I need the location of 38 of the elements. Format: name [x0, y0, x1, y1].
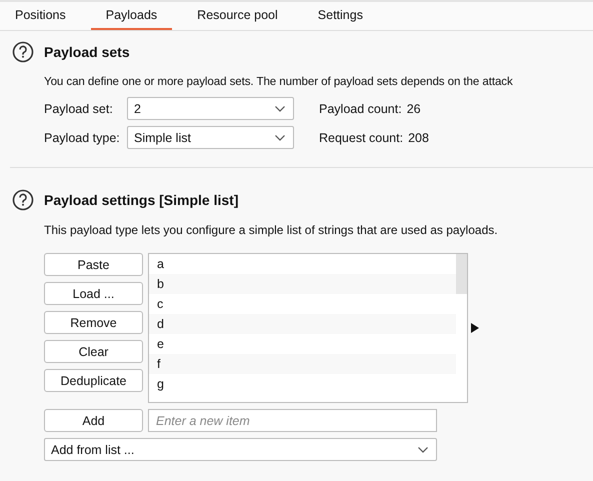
chevron-down-icon: [275, 134, 285, 140]
list-item[interactable]: c: [149, 294, 456, 314]
tab[interactable]: Positions: [0, 2, 81, 30]
info-label: Request count:: [319, 130, 404, 144]
list-action-button[interactable]: Load ...: [44, 282, 143, 305]
list-item[interactable]: g: [149, 374, 456, 394]
new-item-input[interactable]: Enter a new item: [148, 409, 437, 432]
tab[interactable]: Settings: [302, 2, 378, 30]
dropdown[interactable]: Simple list: [127, 126, 294, 149]
info-value: 26: [406, 102, 421, 116]
add-from-list-dropdown[interactable]: Add from list ...: [44, 438, 437, 461]
payload-list[interactable]: a b c d e f g: [148, 253, 468, 403]
list-item[interactable]: d: [149, 314, 456, 334]
add-button[interactable]: Add: [44, 409, 143, 432]
chevron-down-icon: [418, 446, 428, 452]
tab[interactable]: Resource pool: [182, 2, 293, 30]
field-label: Payload set:: [44, 102, 114, 116]
section-description: You can define one or more payload sets. The number of payload sets depends on the attack: [44, 75, 514, 88]
list-action-button[interactable]: Clear: [44, 340, 143, 363]
tab[interactable]: Payloads: [90, 2, 172, 30]
info-value: 208: [408, 130, 429, 144]
list-action-button[interactable]: Deduplicate: [44, 369, 143, 392]
section-description: This payload type lets you configure a simple list of strings that are used as payloads.: [44, 223, 499, 237]
list-action-button[interactable]: Paste: [44, 253, 143, 276]
help-icon[interactable]: [12, 41, 34, 63]
list-action-button[interactable]: Remove: [44, 311, 143, 334]
list-item[interactable]: e: [149, 334, 456, 354]
info-label: Payload count:: [319, 102, 402, 116]
list-item[interactable]: a: [149, 254, 456, 274]
list-item[interactable]: f: [149, 354, 456, 374]
list-item[interactable]: b: [149, 274, 456, 294]
help-icon[interactable]: [12, 189, 34, 211]
dropdown[interactable]: 2: [127, 97, 294, 120]
section-title: Payload settings [Simple list]: [44, 192, 238, 208]
triangle-icon: [471, 323, 479, 333]
field-label: Payload type:: [44, 130, 121, 144]
chevron-down-icon: [275, 106, 285, 112]
section-title: Payload sets: [44, 44, 130, 60]
